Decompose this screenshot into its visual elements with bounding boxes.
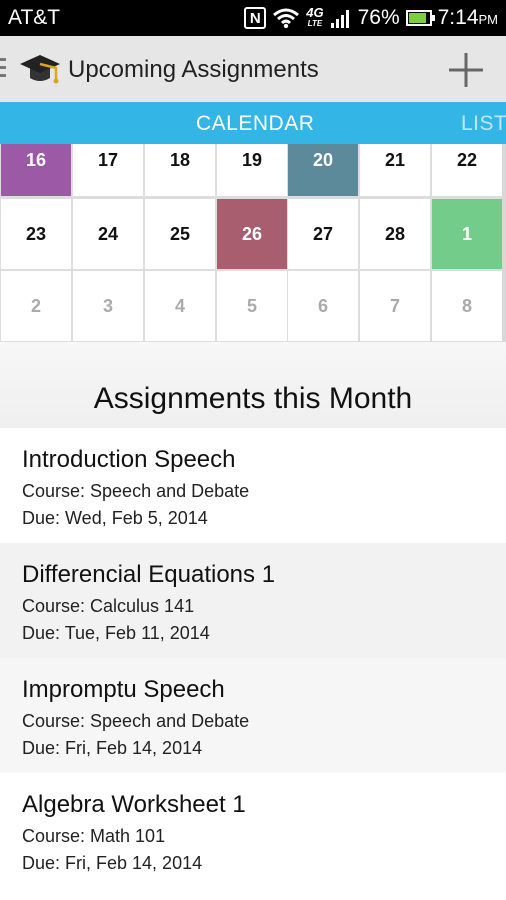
assignment-item[interactable]: Impromptu Speech Course: Speech and Deba… [0,658,506,773]
tab-list[interactable]: LIST [461,112,506,136]
calendar-day[interactable]: 4 [145,271,215,341]
battery-level [408,13,426,23]
app-title: Upcoming Assignments [68,56,319,83]
network-sub-label: LTE [307,19,323,28]
plus-icon[interactable] [446,50,486,90]
network-type-icon: 4G LTE [306,6,323,29]
calendar-day[interactable]: 6 [288,271,358,341]
assignment-due: Due: Fri, Feb 14, 2014 [22,738,203,758]
battery-percent: 76% [357,6,400,29]
tab-bar: CALENDAR LIST [0,102,506,144]
assignment-name: Impromptu Speech [22,676,225,703]
assignment-due: Due: Fri, Feb 14, 2014 [22,853,203,873]
calendar-day[interactable]: 5 [217,271,287,341]
clock-time: 7:14 [437,6,479,29]
status-bar: AT&T N 4G LTE 76% 7:14PM [0,0,506,36]
calendar-day[interactable]: 28 [360,199,430,269]
assignment-course: Course: Calculus 141 [22,596,195,616]
tab-calendar[interactable]: CALENDAR [196,112,314,136]
clock-ampm: PM [478,12,499,27]
assignment-course: Course: Speech and Debate [22,481,250,501]
calendar-day[interactable]: 7 [360,271,430,341]
calendar-grid: 16 17 18 19 20 21 22 23 24 25 26 27 28 1 2 3 4 5 6 7 8 [0,126,506,342]
calendar-day[interactable]: 26 [217,199,287,269]
calendar-day[interactable]: 8 [432,271,502,341]
calendar-day[interactable]: 23 [1,199,71,269]
calendar-day[interactable]: 2 [1,271,71,341]
calendar-day[interactable]: 3 [73,271,143,341]
assignment-name: Algebra Worksheet 1 [22,791,246,818]
assignment-name: Differencial Equations 1 [22,561,276,588]
calendar-day[interactable]: 27 [288,199,358,269]
assignment-due: Due: Tue, Feb 11, 2014 [22,623,210,643]
calendar-day[interactable]: 24 [73,199,143,269]
assignment-item[interactable]: Differencial Equations 1 Course: Calculu… [0,543,506,658]
assignment-item[interactable]: Introduction Speech Course: Speech and D… [0,428,506,543]
action-bar: Upcoming Assignments [0,36,506,102]
drawer-icon[interactable] [0,58,8,78]
battery-icon [405,10,435,26]
status-icons: N 4G LTE 76% 7:14PM [244,5,498,31]
clock: 7:14PM [438,6,498,30]
wifi-icon [273,8,300,29]
assignment-item[interactable]: Algebra Worksheet 1 Course: Math 101 Due… [0,773,506,900]
graduation-cap-icon[interactable] [18,50,62,88]
assignment-course: Course: Math 101 [22,826,166,846]
nfc-icon: N [244,7,267,29]
signal-icon [330,10,349,28]
section-title: Assignments this Month [93,382,413,415]
assignment-name: Introduction Speech [22,446,236,473]
section-header: Assignments this Month [0,342,506,428]
assignment-due: Due: Wed, Feb 5, 2014 [22,508,208,528]
carrier-label: AT&T [8,6,61,29]
calendar-day[interactable]: 1 [432,199,502,269]
calendar-day[interactable]: 25 [145,199,215,269]
assignment-course: Course: Speech and Debate [22,711,250,731]
calendar-scroll-edge [502,144,506,342]
